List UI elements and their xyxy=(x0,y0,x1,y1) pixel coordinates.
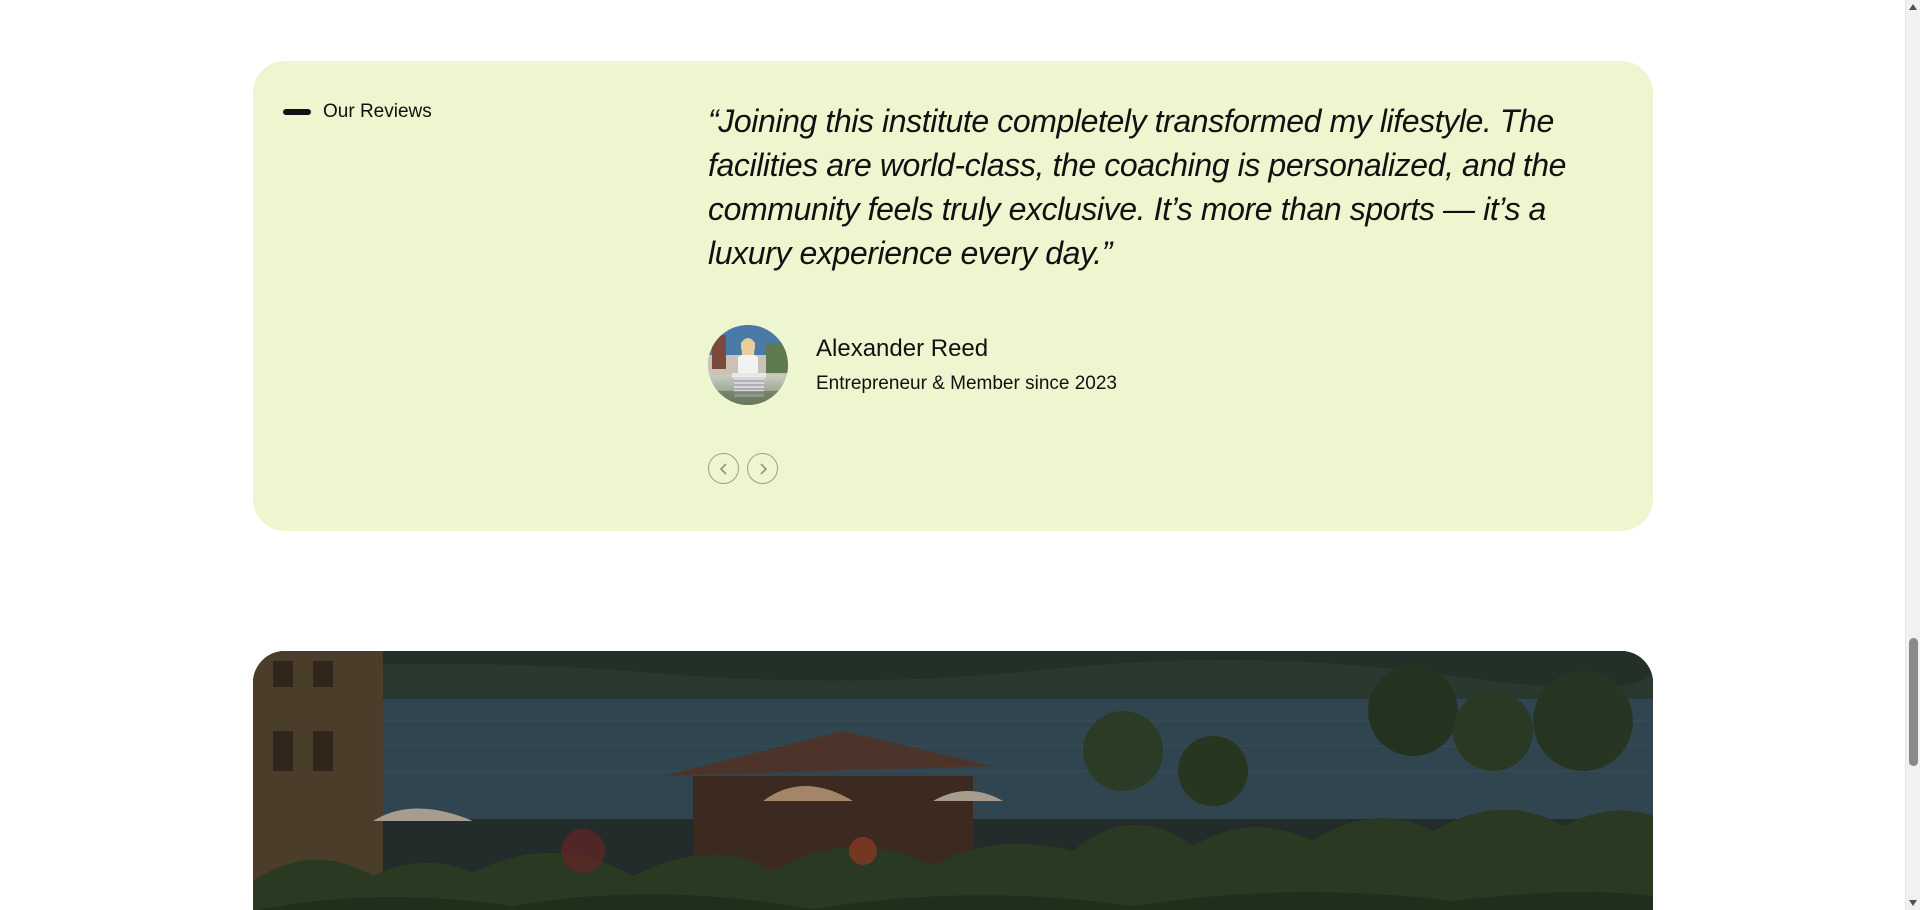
review-quote: “Joining this institute completely trans… xyxy=(708,103,1567,271)
author-name: Alexander Reed xyxy=(816,335,989,362)
scroll-down-arrow-icon[interactable] xyxy=(1909,900,1917,906)
scrollbar-thumb[interactable] xyxy=(1909,638,1918,766)
resort-photo xyxy=(253,651,1653,910)
author-role: Entrepreneur & Member since 2023 xyxy=(816,373,1117,394)
label-dash-icon xyxy=(283,109,311,115)
section-label-text: Our Reviews xyxy=(323,101,432,122)
reviews-section: Our Reviews “Joining this institute comp… xyxy=(253,61,1653,531)
scrollbar[interactable] xyxy=(1905,0,1920,910)
review-author: Alexander Reed Entrepreneur & Member sin… xyxy=(708,325,1117,405)
avatar xyxy=(708,325,788,405)
review-navigation xyxy=(708,453,778,484)
next-review-button[interactable] xyxy=(747,453,778,484)
page: Our Reviews “Joining this institute comp… xyxy=(0,0,1905,910)
scroll-up-arrow-icon[interactable] xyxy=(1909,4,1917,10)
chevron-left-icon xyxy=(719,462,727,475)
chevron-right-icon xyxy=(759,462,767,475)
previous-review-button[interactable] xyxy=(708,453,739,484)
author-info: Alexander Reed Entrepreneur & Member sin… xyxy=(816,335,1117,395)
section-label: Our Reviews xyxy=(283,101,432,123)
